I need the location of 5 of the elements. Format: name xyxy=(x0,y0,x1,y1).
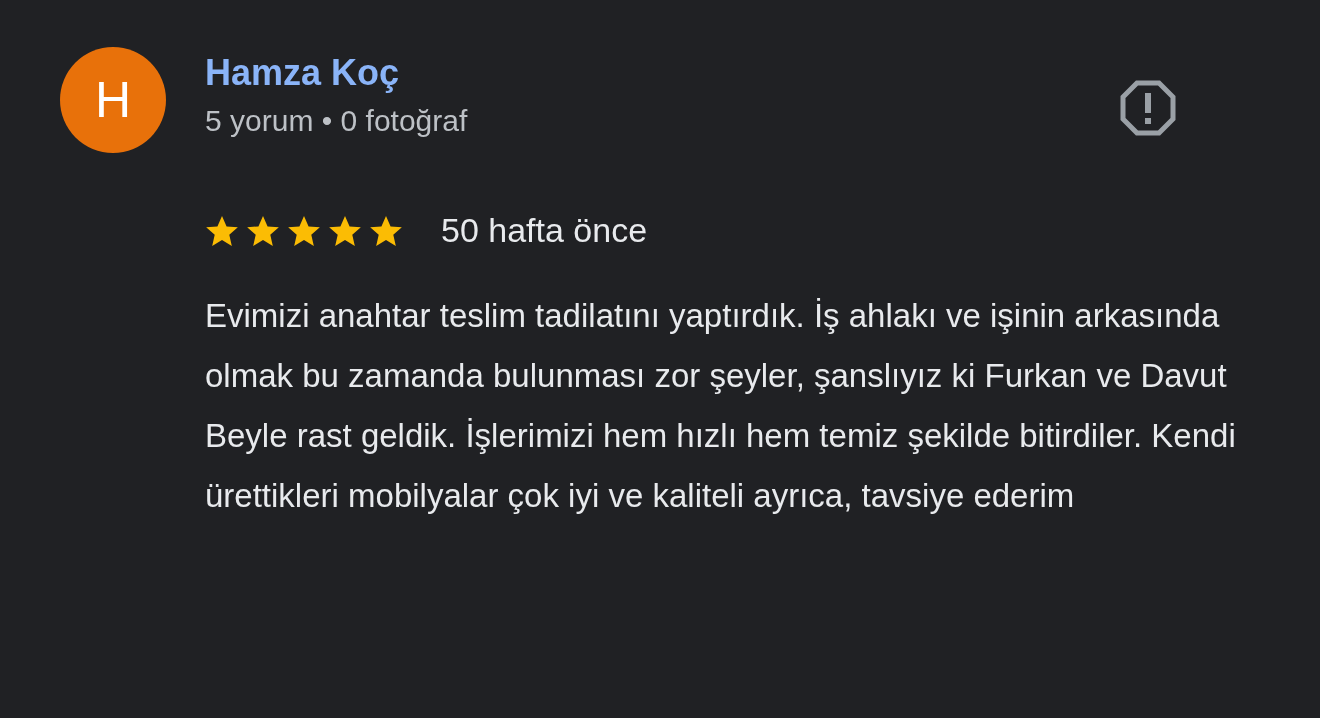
report-icon[interactable] xyxy=(1120,80,1176,136)
author-name[interactable]: Hamza Koç xyxy=(205,47,400,99)
review-count: 5 yorum • 0 fotoğraf xyxy=(205,103,468,139)
review-text: Evimizi anahtar teslim tadilatını yaptırdık. İş ahlakı ve işinin arkasında olmak bu zamanda bulunması zor şeyler, şanslıyız ki Furkan ve Davut Beyle rast geldik. İşlerimizi hem hızlı hem temiz şekilde bitirdiler. Kendi ürettikleri mobilyalar çok iyi ve kaliteli ayrıca, tavsiye ederim xyxy=(205,296,1237,516)
review-time: 50 hafta önce xyxy=(441,211,648,250)
